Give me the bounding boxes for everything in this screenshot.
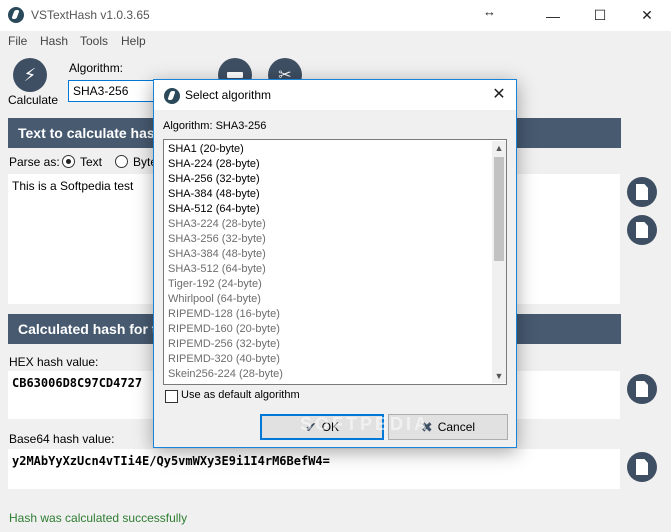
algorithm-list-item[interactable]: Skein256-224 (28-byte) <box>168 368 283 380</box>
minimize-button[interactable]: — <box>530 0 576 31</box>
resize-cursor-icon: ↔ <box>483 4 496 19</box>
cancel-label: Cancel <box>437 420 476 434</box>
algorithm-list-item[interactable]: SHA3-384 (48-byte) <box>168 248 266 260</box>
menu-help[interactable]: Help <box>121 34 146 48</box>
algorithm-list-item[interactable]: Whirlpool (64-byte) <box>168 293 261 305</box>
scroll-down-icon[interactable]: ▼ <box>492 369 506 383</box>
scroll-thumb[interactable] <box>494 157 504 261</box>
algorithm-list-item[interactable]: RIPEMD-320 (40-byte) <box>168 353 280 365</box>
parse-as-label: Parse as: <box>9 155 60 169</box>
algorithm-list-item[interactable]: SHA-512 (64-byte) <box>168 203 260 215</box>
status-text: Hash was calculated successfully <box>9 511 188 525</box>
dialog-current-algorithm: Algorithm: SHA3-256 <box>163 120 267 132</box>
calculate-icon[interactable]: ⚡ <box>13 58 47 92</box>
radio-bytes[interactable] <box>115 155 128 168</box>
close-window-button[interactable]: ✕ <box>624 0 670 31</box>
select-algorithm-dialog: Select algorithm ✕ Algorithm: SHA3-256 S… <box>153 79 517 448</box>
copy-input-button[interactable] <box>627 177 657 207</box>
algorithm-list-item[interactable]: SHA-256 (32-byte) <box>168 173 260 185</box>
base64-hash-label: Base64 hash value: <box>9 432 115 446</box>
algorithm-list-item[interactable]: SHA-384 (48-byte) <box>168 188 260 200</box>
menu-hash[interactable]: Hash <box>40 34 68 48</box>
maximize-button[interactable]: ☐ <box>577 0 623 31</box>
radio-text[interactable] <box>62 155 75 168</box>
algorithm-list-item[interactable]: SHA3-224 (28-byte) <box>168 218 266 230</box>
algorithm-list-item[interactable]: SHA3-512 (64-byte) <box>168 263 266 275</box>
hex-hash-label: HEX hash value: <box>9 355 99 369</box>
algorithm-list-item[interactable]: RIPEMD-128 (16-byte) <box>168 308 280 320</box>
menu-file[interactable]: File <box>8 34 27 48</box>
dialog-app-icon <box>164 88 180 104</box>
window-title: VSTextHash v1.0.3.65 <box>31 8 150 22</box>
algorithm-list-item[interactable]: SHA1 (20-byte) <box>168 143 244 155</box>
algorithm-list-item[interactable]: RIPEMD-160 (20-byte) <box>168 323 280 335</box>
algorithm-list[interactable]: SHA1 (20-byte) SHA-224 (28-byte) SHA-256 (… <box>163 139 507 385</box>
base64-hash-field[interactable]: y2MAbYyXzUcn4vTIi4E/Qy5vmWXy3E9i1I4rM6Be… <box>8 449 620 489</box>
softpedia-watermark: SOFTPEDIA <box>300 414 431 434</box>
default-algorithm-checkbox[interactable] <box>165 390 178 403</box>
dialog-title: Select algorithm <box>185 88 272 102</box>
scroll-up-icon[interactable]: ▲ <box>492 141 506 155</box>
algorithm-list-item[interactable]: Tiger-192 (24-byte) <box>168 278 262 290</box>
paste-input-button[interactable] <box>627 215 657 245</box>
algorithm-list-item[interactable]: SHA-224 (28-byte) <box>168 158 260 170</box>
copy-hex-button[interactable] <box>627 374 657 404</box>
dialog-close-icon[interactable]: ✕ <box>488 84 510 106</box>
menu-tools[interactable]: Tools <box>80 34 108 48</box>
radio-text-label[interactable]: Text <box>80 155 102 169</box>
list-scrollbar[interactable]: ▲ ▼ <box>492 141 506 383</box>
app-icon <box>8 7 24 23</box>
menu-bar: File Hash Tools Help <box>0 31 671 51</box>
default-algorithm-label[interactable]: Use as default algorithm <box>181 389 300 401</box>
algorithm-list-item[interactable]: SHA3-256 (32-byte) <box>168 233 266 245</box>
calculate-button-label[interactable]: Calculate <box>8 93 58 107</box>
copy-base64-button[interactable] <box>627 452 657 482</box>
algorithm-label: Algorithm: <box>69 61 124 75</box>
algorithm-list-item[interactable]: RIPEMD-256 (32-byte) <box>168 338 280 350</box>
